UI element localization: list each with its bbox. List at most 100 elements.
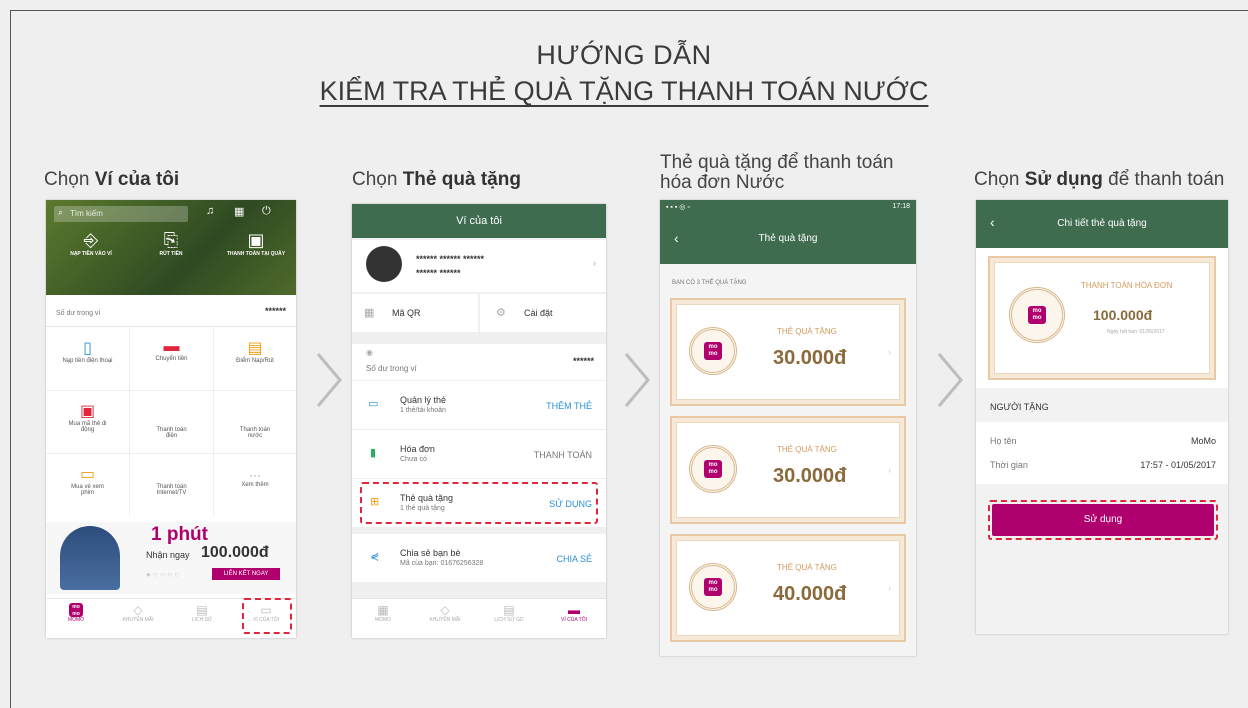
counter-icon: ▣ — [247, 230, 265, 250]
momo-logo-icon: mo mo — [69, 603, 83, 617]
gift-card-item[interactable]: mo mo THẺ QUÀ TẶNG 40.000đ › — [670, 534, 906, 642]
store-icon: ▤ — [247, 340, 263, 357]
phone-gift-list: ▪ ▪ ▪ ◎ ▫ 17:18 ‹ Thẻ quà tặng BẠN CÓ 3 … — [660, 200, 916, 656]
power-icon[interactable]: ⏻ — [262, 205, 271, 218]
grid-item-movie-ticket[interactable]: ▭ Mua vé xem phim — [46, 454, 130, 516]
grid-item-pay-water[interactable]: Thanh toán nước — [214, 391, 296, 454]
status-icons: ▪ ▪ ▪ ◎ ▫ — [666, 204, 690, 211]
chevron-right-icon — [624, 353, 650, 407]
credit-card-icon: ▭ — [368, 398, 379, 410]
service-grid: ▯ Nạp tiền điện thoại ▬ Chuyển tiền ▤ Đi… — [46, 328, 296, 516]
history-icon: ▤ — [503, 603, 515, 617]
phone-icon: ▯ — [83, 340, 92, 357]
momo-seal-icon: mo mo — [689, 327, 737, 375]
add-card-link[interactable]: THÊM THẺ — [546, 401, 592, 411]
momo-logo-icon: ▦ — [377, 603, 389, 617]
qr-icon[interactable]: ▦ — [234, 205, 244, 218]
pay-at-counter-button[interactable]: ▣ THANH TOÁN TẠI QUẦY — [226, 230, 286, 257]
giver-info: Họ tên MoMo Thời gian 17:57 - 01/05/2017 — [976, 422, 1228, 484]
step-4-caption: Chọn Sử dụng để thanh toán — [974, 169, 1225, 190]
card-management-row[interactable]: ▭ Quản lý thẻ 1 thẻ/tài khoản THÊM THẺ — [352, 381, 606, 430]
promo-person-image — [60, 526, 120, 590]
bills-row[interactable]: ▮ Hóa đơn Chưa có THANH TOÁN — [352, 430, 606, 479]
settings-button[interactable]: ⚙ Cài đặt — [480, 294, 606, 332]
qr-icon: ▦ — [364, 307, 375, 319]
highlight-my-wallet — [242, 598, 292, 634]
search-icon: ⌕ — [58, 207, 64, 217]
gift-card-item[interactable]: mo mo THẺ QUÀ TẶNG 30.000đ › — [670, 298, 906, 406]
ticket-icon: ▭ — [79, 466, 96, 483]
balance-row[interactable]: Số dư trong ví ****** — [46, 296, 296, 327]
nav-promotions[interactable]: ◇ KHUYẾN MÃI — [418, 603, 472, 623]
deposit-icon: ⎆ — [83, 230, 99, 250]
transfer-icon: ▬ — [163, 338, 180, 355]
promo-banner[interactable]: 1 phút Nhận ngay 100.000đ LIÊN KẾT NGAY … — [46, 522, 296, 594]
gift-card: mo mo THANH TOÁN HÓA ĐƠN 100.000đ Ngày h… — [988, 256, 1216, 380]
share-link[interactable]: CHIA SẺ — [556, 554, 592, 564]
status-bar: ▪ ▪ ▪ ◎ ▫ 17:18 — [660, 200, 916, 216]
header-bar: ‹ Chi tiết thẻ quà tặng — [976, 200, 1228, 248]
tag-icon: ◇ — [440, 603, 450, 617]
history-icon: ▤ — [196, 603, 208, 617]
highlight-gift-card — [360, 482, 598, 524]
more-icon: ··· — [249, 468, 261, 482]
step-3-caption: Thẻ quà tặng để thanh toán hóa đơn Nước — [660, 152, 894, 193]
chevron-right-icon: › — [888, 583, 891, 593]
nav-history[interactable]: ▤ LỊCH SỬ — [176, 603, 228, 623]
header-bar: ‹ Thẻ quà tặng — [660, 216, 916, 264]
phone-my-wallet: Ví của tôi ****** ****** ****** ****** *… — [352, 204, 606, 638]
nav-promotions[interactable]: ◇ KHUYẾN MÃI — [112, 603, 164, 623]
bill-icon: ▮ — [370, 447, 377, 459]
grid-item-cash-point[interactable]: ▤ Điểm Nạp/Rút — [214, 328, 296, 391]
guide-subtitle: KIỂM TRA THẺ QUÀ TẶNG THANH TOÁN NƯỚC — [319, 76, 929, 106]
search-input[interactable]: ⌕ Tìm kiếm — [54, 206, 188, 222]
chevron-right-icon: › — [593, 258, 596, 268]
withdraw-icon: ⎘ — [163, 230, 179, 250]
gear-icon: ⚙ — [496, 307, 506, 319]
grid-item-pay-internet[interactable]: Thanh toán Internet/TV — [130, 454, 214, 516]
share-icon: ⋞ — [370, 551, 380, 563]
momo-seal-icon: mo mo — [1009, 287, 1065, 343]
nav-momo[interactable]: ▦ MOMO — [356, 603, 410, 623]
step-2-caption: Chọn Thẻ quà tặng — [352, 169, 521, 190]
wallet-icon: ▬ — [568, 603, 580, 617]
chevron-right-icon — [316, 353, 342, 407]
nav-momo[interactable]: mo mo MOMO — [50, 603, 102, 623]
carousel-dots: ● ○ ○ ○ ○ — [146, 570, 180, 579]
qr-code-button[interactable]: ▦ Mã QR — [352, 294, 478, 332]
link-now-button[interactable]: LIÊN KẾT NGAY — [212, 568, 280, 580]
share-friends-row[interactable]: ⋞ Chia sẻ bạn bè Mã của bạn: 01676256328… — [352, 534, 606, 582]
chevron-right-icon: › — [888, 347, 891, 357]
chevron-right-icon — [937, 353, 963, 407]
guide-title: HƯỚNG DẪN — [536, 40, 712, 70]
tag-icon: ◇ — [133, 603, 143, 617]
grid-item-more[interactable]: ··· Xem thêm — [214, 454, 296, 516]
nav-history[interactable]: ▤ LỊCH SỬ GD — [482, 603, 536, 623]
card-panel: mo mo THANH TOÁN HÓA ĐƠN 100.000đ Ngày h… — [976, 248, 1228, 388]
topup-wallet-button[interactable]: ⎆ NẠP TIỀN VÀO VÍ — [66, 230, 116, 257]
pay-bill-link[interactable]: THANH TOÁN — [534, 450, 592, 460]
bell-icon[interactable]: ♫ — [206, 205, 214, 217]
phone-gift-detail: ‹ Chi tiết thẻ quà tặng mo mo THANH TOÁN… — [976, 200, 1228, 634]
eye-icon: ◉ — [366, 348, 373, 357]
momo-seal-icon: mo mo — [689, 563, 737, 611]
step-1-caption: Chọn Ví của tôi — [44, 169, 180, 190]
balance-row[interactable]: ◉ Số dư trong ví ****** — [352, 344, 606, 381]
top-actions: ⎆ NẠP TIỀN VÀO VÍ ⎘ RÚT TIỀN ▣ THANH TOÁ… — [46, 230, 296, 292]
nav-my-wallet[interactable]: ▬ VÍ CỦA TÔI — [546, 603, 602, 623]
page-title: Ví của tôi — [352, 204, 606, 238]
chevron-right-icon: › — [888, 465, 891, 475]
gift-card-item[interactable]: mo mo THẺ QUÀ TẶNG 30.000đ › — [670, 416, 906, 524]
grid-item-buy-card[interactable]: ▣ Mua mã thẻ di động — [46, 391, 130, 454]
momo-seal-icon: mo mo — [689, 445, 737, 493]
phone-wallet-home: ⌕ Tìm kiếm ♫ ▦ ⏻ ⎆ NẠP TIỀN VÀO VÍ ⎘ RÚT… — [46, 200, 296, 638]
bottom-nav: ▦ MOMO ◇ KHUYẾN MÃI ▤ LỊCH SỬ GD ▬ VÍ CỦ… — [352, 598, 606, 638]
highlight-use-button — [988, 500, 1218, 540]
withdraw-button[interactable]: ⎘ RÚT TIỀN — [146, 230, 196, 257]
grid-item-topup-phone[interactable]: ▯ Nạp tiền điện thoại — [46, 328, 130, 391]
grid-item-pay-electric[interactable]: Thanh toán điện — [130, 391, 214, 454]
card-icon: ▣ — [79, 403, 96, 420]
grid-item-transfer[interactable]: ▬ Chuyển tiền — [130, 328, 214, 391]
profile-row[interactable]: ****** ****** ****** ****** ****** › — [352, 240, 606, 292]
avatar — [366, 246, 402, 282]
